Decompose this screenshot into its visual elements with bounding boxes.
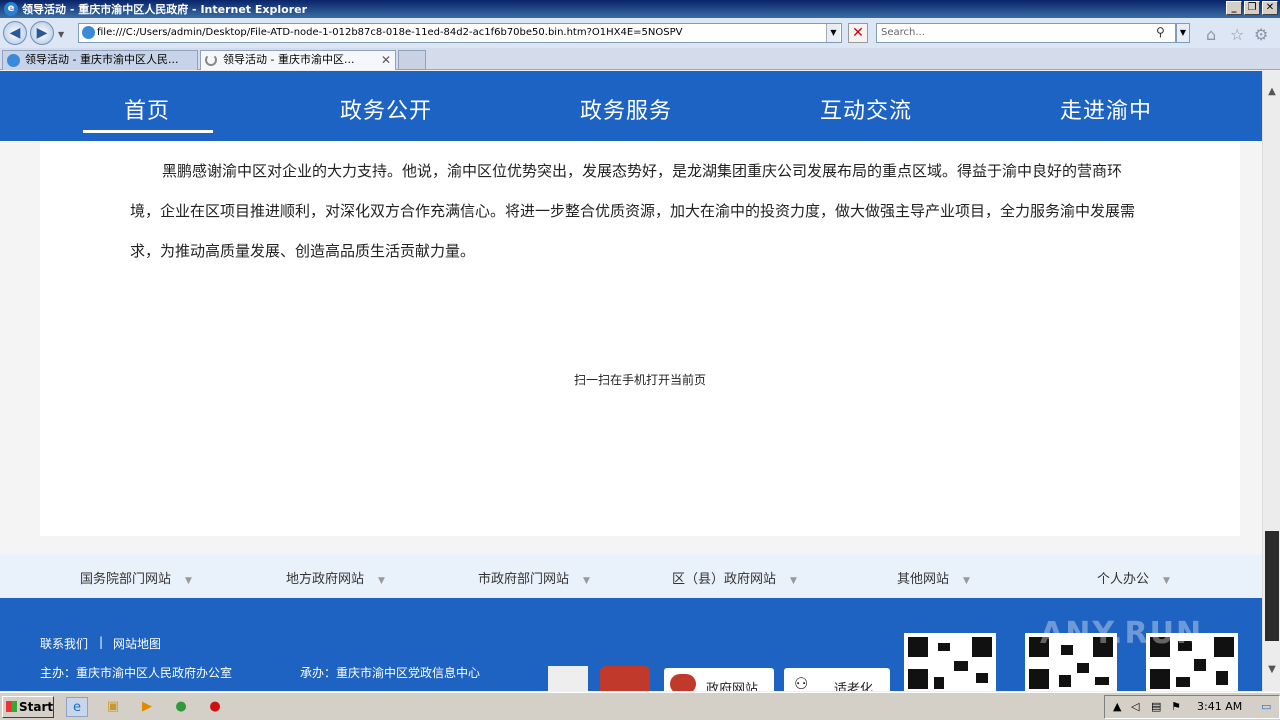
nav-about-yuzhong[interactable]: 走进渝中	[1060, 93, 1152, 125]
email-report-icon[interactable]	[548, 666, 588, 691]
chrome-taskbar-icon[interactable]: ●	[170, 697, 192, 717]
link-label: 个人办公	[1097, 572, 1150, 587]
link-district-gov[interactable]: 区（县）政府网站 ▼	[672, 568, 797, 587]
nav-active-underline	[83, 130, 213, 133]
caret-down-icon: ▼	[1163, 576, 1170, 586]
tab-2-label: 领导活动 - 重庆市渝中区...	[223, 53, 355, 66]
start-label: Start	[19, 700, 54, 714]
ie-tab-icon	[7, 54, 20, 67]
link-personal-office[interactable]: 个人办公 ▼	[1097, 568, 1170, 587]
caret-down-icon: ▼	[378, 576, 385, 586]
nav-home[interactable]: 首页	[124, 93, 170, 125]
link-city-departments[interactable]: 市政府部门网站 ▼	[478, 568, 590, 587]
forward-button[interactable]: ▶	[30, 21, 54, 45]
minimize-button[interactable]: _	[1226, 1, 1242, 15]
organizer-info: 承办：重庆市渝中区党政信息中心	[300, 666, 481, 680]
qr-scan-note: 扫一扫在手机打开当前页	[573, 373, 706, 387]
window-title: 领导活动 - 重庆市渝中区人民政府 - Internet Explorer	[22, 3, 308, 16]
new-tab-button[interactable]	[398, 50, 426, 70]
scroll-down-icon[interactable]: ▼	[1263, 661, 1280, 679]
tab-1-label: 领导活动 - 重庆市渝中区人民...	[25, 53, 179, 66]
link-label: 其他网站	[897, 572, 950, 587]
caret-down-icon: ▼	[790, 576, 797, 586]
flag-icon[interactable]: ⚑	[1171, 700, 1181, 713]
address-dropdown-icon[interactable]: ▼	[826, 24, 840, 42]
page-viewport: 首页 政务公开 政务服务 互动交流 走进渝中 黑鹏感谢渝中区对企业的大力支持。他…	[0, 71, 1262, 691]
contact-link[interactable]: 联系我们	[40, 635, 88, 652]
back-button[interactable]: ◀	[3, 21, 27, 45]
search-icon[interactable]: ⚲	[1156, 25, 1165, 39]
link-local-gov[interactable]: 地方政府网站 ▼	[286, 568, 385, 587]
address-bar[interactable]: file:///C:/Users/admin/Desktop/File-ATD-…	[78, 23, 842, 43]
gov-site-logo-icon	[670, 674, 696, 691]
page-icon	[82, 26, 95, 39]
scroll-thumb[interactable]	[1265, 531, 1279, 641]
gear-icon[interactable]: ⚙	[1254, 25, 1268, 44]
tray-expand-icon[interactable]: ▲	[1113, 700, 1121, 713]
ie-logo-icon: e	[4, 2, 18, 16]
main-nav: 首页 政务公开 政务服务 互动交流 走进渝中	[0, 71, 1262, 141]
system-tray: ▲ ◁ ▤ ⚑ 3:41 AM ▭	[1104, 695, 1280, 719]
window-title-bar: e 领导活动 - 重庆市渝中区人民政府 - Internet Explorer …	[0, 0, 1280, 18]
host-info: 主办：重庆市渝中区人民政府办公室	[40, 666, 233, 680]
scroll-up-icon[interactable]: ▲	[1263, 83, 1280, 101]
folder-taskbar-icon[interactable]: ▣	[102, 697, 124, 717]
link-label: 地方政府网站	[286, 572, 365, 587]
nav-gov-affairs[interactable]: 政务公开	[340, 93, 432, 125]
ie-taskbar-icon[interactable]: e	[66, 697, 88, 717]
stop-button[interactable]: ✕	[848, 23, 868, 43]
tab-close-icon[interactable]: ✕	[381, 51, 391, 69]
tab-bar: 领导活动 - 重庆市渝中区人民... 领导活动 - 重庆市渝中区... ✕	[0, 48, 1280, 70]
link-other-sites[interactable]: 其他网站 ▼	[897, 568, 970, 587]
volume-icon[interactable]: ◁	[1131, 700, 1139, 713]
caret-down-icon: ▼	[185, 576, 192, 586]
windows-flag-icon	[6, 701, 17, 712]
caret-down-icon: ▼	[583, 576, 590, 586]
search-input[interactable]: Search...	[876, 23, 1176, 43]
start-button[interactable]: Start	[2, 696, 54, 718]
qr-code-1	[904, 633, 996, 691]
show-desktop-icon[interactable]: ▭	[1261, 700, 1271, 713]
close-button[interactable]: ✕	[1262, 1, 1278, 15]
history-dropdown-icon[interactable]: ▼	[58, 30, 64, 39]
link-label: 区（县）政府网站	[672, 572, 777, 587]
elder-friendly-badge[interactable]: ⚇ 适老化	[784, 668, 890, 691]
media-player-taskbar-icon[interactable]: ▶	[136, 697, 158, 717]
window-controls: _ ❐ ✕	[1226, 1, 1278, 15]
anyrun-watermark: ANY.RUN	[1040, 616, 1204, 651]
link-label: 国务院部门网站	[80, 572, 172, 587]
home-icon[interactable]: ⌂	[1206, 25, 1216, 44]
footer-separator: |	[99, 635, 104, 649]
related-links-bar: 国务院部门网站 ▼ 地方政府网站 ▼ 市政府部门网站 ▼ 区（县）政府网站 ▼ 其他网站…	[0, 554, 1262, 598]
elder-friendly-label: 适老化	[834, 682, 874, 691]
nav-interaction[interactable]: 互动交流	[820, 93, 912, 125]
gov-site-badge[interactable]: 政府网站	[664, 668, 774, 691]
taskbar: Start e ▣ ▶ ● ● ▲ ◁ ▤ ⚑ 3:41 AM ▭	[0, 692, 1280, 720]
party-emblem-icon[interactable]	[600, 666, 650, 691]
shield-alert-taskbar-icon[interactable]: ●	[204, 697, 226, 717]
article-paragraph: 黑鹏感谢渝中区对企业的大力支持。他说，渝中区位优势突出，发展态势好，是龙湖集团重…	[130, 162, 1136, 260]
loading-spinner-icon	[205, 54, 217, 66]
caret-down-icon: ▼	[963, 576, 970, 586]
link-label: 市政府部门网站	[478, 572, 570, 587]
address-toolbar: ◀ ▶ ▼ file:///C:/Users/admin/Desktop/Fil…	[0, 18, 1280, 48]
accessibility-icon: ⚇	[794, 674, 809, 691]
vertical-scrollbar[interactable]: ▲ ▼	[1262, 71, 1280, 691]
network-icon[interactable]: ▤	[1151, 700, 1161, 713]
search-dropdown-icon[interactable]: ▼	[1176, 23, 1190, 43]
link-state-council[interactable]: 国务院部门网站 ▼	[80, 568, 192, 587]
sitemap-link[interactable]: 网站地图	[113, 635, 161, 652]
tab-1[interactable]: 领导活动 - 重庆市渝中区人民...	[2, 50, 198, 70]
tab-2-active[interactable]: 领导活动 - 重庆市渝中区... ✕	[200, 50, 396, 70]
restore-button[interactable]: ❐	[1244, 1, 1260, 15]
clock[interactable]: 3:41 AM	[1197, 700, 1242, 713]
favorites-star-icon[interactable]: ☆	[1230, 25, 1244, 44]
article-content: 黑鹏感谢渝中区对企业的大力支持。他说，渝中区位优势突出，发展态势好，是龙湖集团重…	[40, 141, 1240, 536]
nav-gov-services[interactable]: 政务服务	[580, 93, 672, 125]
gov-site-label: 政府网站	[706, 682, 759, 691]
